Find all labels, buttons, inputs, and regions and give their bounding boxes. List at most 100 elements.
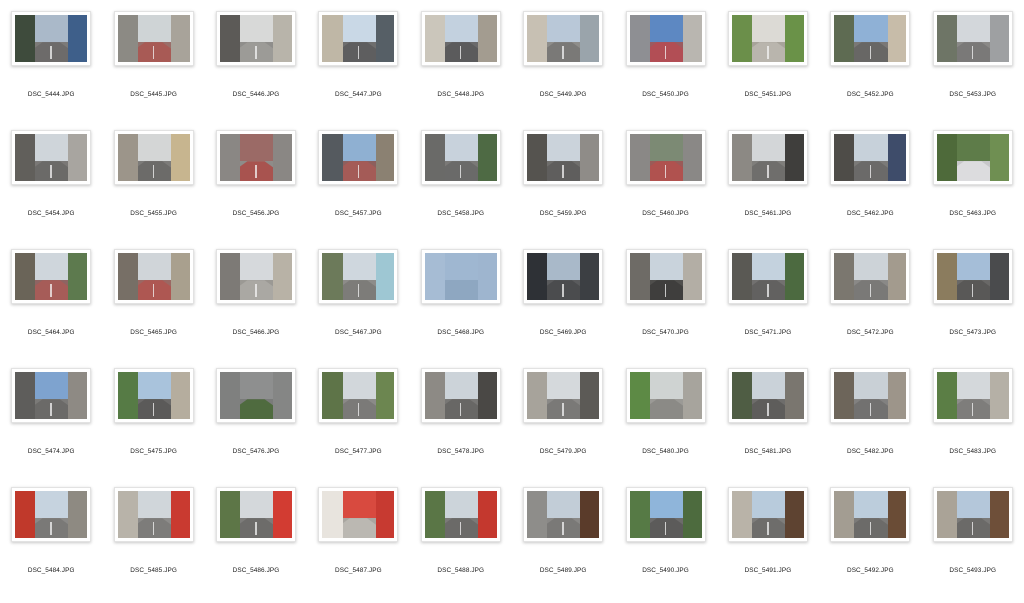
file-item[interactable]: DSC_5453.JPG <box>922 8 1024 127</box>
file-item[interactable]: DSC_5468.JPG <box>410 246 512 365</box>
file-item[interactable]: DSC_5455.JPG <box>102 127 204 246</box>
file-item[interactable]: DSC_5459.JPG <box>512 127 614 246</box>
file-item[interactable]: DSC_5473.JPG <box>922 246 1024 365</box>
thumbnail[interactable] <box>215 368 296 423</box>
thumbnail[interactable] <box>11 249 92 304</box>
file-item[interactable]: DSC_5447.JPG <box>307 8 409 127</box>
file-item[interactable]: DSC_5463.JPG <box>922 127 1024 246</box>
file-item[interactable]: DSC_5479.JPG <box>512 365 614 484</box>
file-item[interactable]: DSC_5454.JPG <box>0 127 102 246</box>
thumbnail[interactable] <box>932 487 1013 542</box>
file-item[interactable]: DSC_5471.JPG <box>717 246 819 365</box>
file-item[interactable]: DSC_5476.JPG <box>205 365 307 484</box>
thumbnail[interactable] <box>727 487 808 542</box>
thumbnail[interactable] <box>727 11 808 66</box>
thumbnail[interactable] <box>113 487 194 542</box>
file-item[interactable]: DSC_5482.JPG <box>819 365 921 484</box>
thumbnail[interactable] <box>420 11 501 66</box>
file-item[interactable]: DSC_5456.JPG <box>205 127 307 246</box>
thumbnail[interactable] <box>625 130 706 185</box>
file-item[interactable]: DSC_5472.JPG <box>819 246 921 365</box>
thumbnail[interactable] <box>318 368 399 423</box>
file-item[interactable]: DSC_5491.JPG <box>717 484 819 603</box>
file-item[interactable]: DSC_5460.JPG <box>614 127 716 246</box>
file-item[interactable]: DSC_5451.JPG <box>717 8 819 127</box>
thumbnail[interactable] <box>523 368 604 423</box>
thumbnail[interactable] <box>11 368 92 423</box>
file-item[interactable]: DSC_5466.JPG <box>205 246 307 365</box>
thumbnail[interactable] <box>830 11 911 66</box>
thumbnail[interactable] <box>727 130 808 185</box>
file-item[interactable]: DSC_5493.JPG <box>922 484 1024 603</box>
file-item[interactable]: DSC_5490.JPG <box>614 484 716 603</box>
thumbnail[interactable] <box>830 368 911 423</box>
file-item[interactable]: DSC_5449.JPG <box>512 8 614 127</box>
file-item[interactable]: DSC_5474.JPG <box>0 365 102 484</box>
thumbnail[interactable] <box>625 368 706 423</box>
file-item[interactable]: DSC_5445.JPG <box>102 8 204 127</box>
file-item[interactable]: DSC_5481.JPG <box>717 365 819 484</box>
thumbnail[interactable] <box>113 368 194 423</box>
file-item[interactable]: DSC_5489.JPG <box>512 484 614 603</box>
thumbnail[interactable] <box>113 11 194 66</box>
file-item[interactable]: DSC_5480.JPG <box>614 365 716 484</box>
file-item[interactable]: DSC_5446.JPG <box>205 8 307 127</box>
thumbnail[interactable] <box>932 249 1013 304</box>
thumbnail[interactable] <box>420 249 501 304</box>
file-item[interactable]: DSC_5475.JPG <box>102 365 204 484</box>
thumbnail[interactable] <box>523 11 604 66</box>
file-item[interactable]: DSC_5469.JPG <box>512 246 614 365</box>
thumbnail[interactable] <box>420 130 501 185</box>
thumbnail[interactable] <box>420 487 501 542</box>
thumbnail[interactable] <box>318 11 399 66</box>
file-item[interactable]: DSC_5478.JPG <box>410 365 512 484</box>
thumbnail[interactable] <box>625 249 706 304</box>
file-item[interactable]: DSC_5465.JPG <box>102 246 204 365</box>
thumbnail[interactable] <box>215 11 296 66</box>
thumbnail[interactable] <box>932 368 1013 423</box>
thumbnail[interactable] <box>318 249 399 304</box>
file-item[interactable]: DSC_5457.JPG <box>307 127 409 246</box>
thumbnail[interactable] <box>830 130 911 185</box>
file-item[interactable]: DSC_5483.JPG <box>922 365 1024 484</box>
file-item[interactable]: DSC_5462.JPG <box>819 127 921 246</box>
thumbnail[interactable] <box>932 130 1013 185</box>
thumbnail[interactable] <box>727 368 808 423</box>
file-item[interactable]: DSC_5448.JPG <box>410 8 512 127</box>
file-item[interactable]: DSC_5452.JPG <box>819 8 921 127</box>
thumbnail[interactable] <box>318 130 399 185</box>
thumbnail[interactable] <box>215 130 296 185</box>
thumbnail[interactable] <box>215 487 296 542</box>
thumbnail[interactable] <box>625 11 706 66</box>
thumbnail[interactable] <box>523 130 604 185</box>
thumbnail[interactable] <box>113 130 194 185</box>
thumbnail[interactable] <box>523 249 604 304</box>
thumbnail[interactable] <box>420 368 501 423</box>
file-item[interactable]: DSC_5484.JPG <box>0 484 102 603</box>
file-item[interactable]: DSC_5487.JPG <box>307 484 409 603</box>
thumbnail[interactable] <box>215 249 296 304</box>
file-item[interactable]: DSC_5477.JPG <box>307 365 409 484</box>
thumbnail[interactable] <box>113 249 194 304</box>
file-item[interactable]: DSC_5444.JPG <box>0 8 102 127</box>
file-item[interactable]: DSC_5470.JPG <box>614 246 716 365</box>
thumbnail[interactable] <box>830 249 911 304</box>
thumbnail[interactable] <box>11 11 92 66</box>
thumbnail[interactable] <box>830 487 911 542</box>
file-item[interactable]: DSC_5488.JPG <box>410 484 512 603</box>
file-item[interactable]: DSC_5461.JPG <box>717 127 819 246</box>
file-item[interactable]: DSC_5464.JPG <box>0 246 102 365</box>
thumbnail[interactable] <box>11 487 92 542</box>
file-item[interactable]: DSC_5486.JPG <box>205 484 307 603</box>
thumbnail[interactable] <box>523 487 604 542</box>
thumbnail[interactable] <box>11 130 92 185</box>
file-item[interactable]: DSC_5450.JPG <box>614 8 716 127</box>
file-item[interactable]: DSC_5485.JPG <box>102 484 204 603</box>
thumbnail[interactable] <box>727 249 808 304</box>
file-item[interactable]: DSC_5467.JPG <box>307 246 409 365</box>
thumbnail[interactable] <box>932 11 1013 66</box>
file-item[interactable]: DSC_5492.JPG <box>819 484 921 603</box>
thumbnail[interactable] <box>625 487 706 542</box>
file-item[interactable]: DSC_5458.JPG <box>410 127 512 246</box>
thumbnail[interactable] <box>318 487 399 542</box>
